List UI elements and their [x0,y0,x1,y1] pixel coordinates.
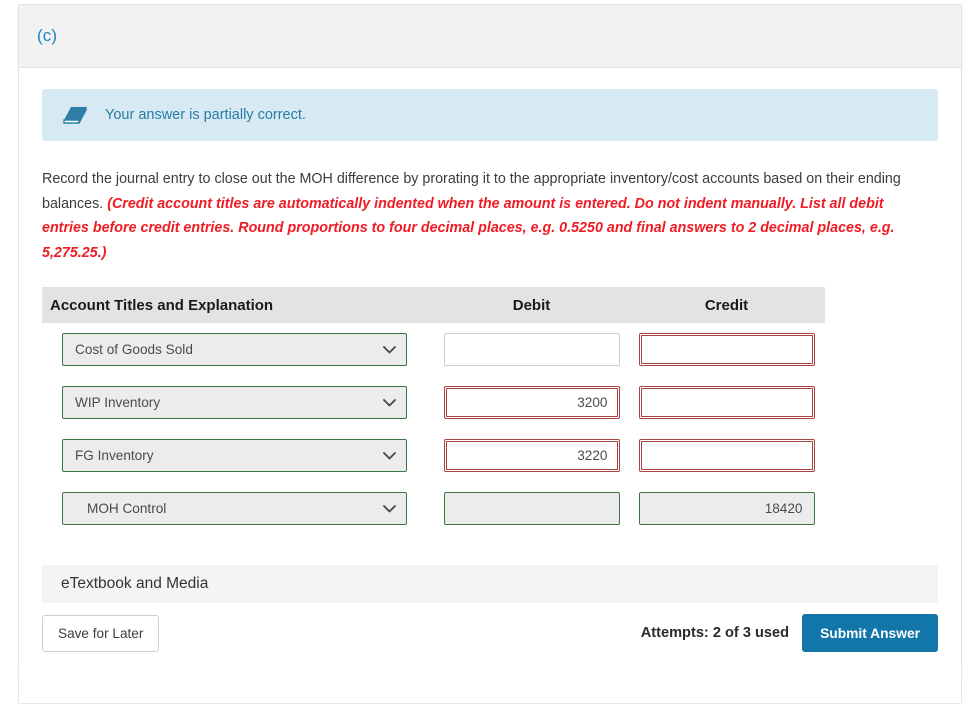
account-title-select: MOH Control [62,492,407,526]
debit-input [443,492,620,526]
table-header-row: Account Titles and Explanation Debit Cre… [42,287,825,324]
account-title-select[interactable]: Cost of Goods Sold [62,333,407,367]
cell-account: FG Inventory [42,439,435,473]
cell-credit [628,386,825,420]
part-label: (c) [37,26,58,45]
status-banner: Your answer is partially correct. [42,89,938,141]
credit-input[interactable] [638,439,815,473]
table-row: Cost of Goods Sold [42,323,825,376]
table-body: Cost of Goods Sold WIP Inventory 3200 FG In… [42,323,825,535]
submit-answer-button[interactable]: Submit Answer [802,614,938,653]
column-header-credit: Credit [704,296,749,314]
column-header-debit: Debit [512,296,551,314]
cell-debit [435,333,628,367]
instructions-hint: (Credit account titles are automatically… [42,195,895,261]
cell-credit [628,439,825,473]
card-body: Your answer is partially correct. Record… [19,68,961,678]
lower-panel [18,659,962,704]
credit-input[interactable] [638,386,815,420]
debit-input[interactable]: 3220 [443,439,620,473]
eraser-icon [62,104,88,126]
credit-input: 18420 [638,492,815,526]
assignment-page: (c) Your answer is partially correct. Re… [0,0,970,708]
status-banner-message: Your answer is partially correct. [105,107,306,123]
chevron-down-icon [383,345,396,354]
etextbook-and-media-bar[interactable]: eTextbook and Media [42,565,938,604]
card-header: (c) [19,5,961,68]
cell-account: MOH Control [42,492,435,526]
journal-entry-table: Account Titles and Explanation Debit Cre… [42,287,825,535]
cell-credit [628,333,825,367]
table-row: WIP Inventory 3200 [42,376,825,429]
credit-input[interactable] [638,333,815,367]
chevron-down-icon [383,451,396,460]
cell-account: WIP Inventory [42,386,435,420]
account-title-select[interactable]: WIP Inventory [62,386,407,420]
debit-input[interactable] [443,333,620,367]
etextbook-label: eTextbook and Media [61,575,209,593]
chevron-down-icon [383,398,396,407]
chevron-down-icon [383,504,396,513]
cell-debit [435,492,628,526]
column-header-account: Account Titles and Explanation [50,296,274,314]
cell-debit: 3200 [435,386,628,420]
cell-debit: 3220 [435,439,628,473]
save-for-later-button[interactable]: Save for Later [42,614,160,652]
attempts-counter: Attempts: 2 of 3 used [640,625,790,642]
question-card: (c) Your answer is partially correct. Re… [18,4,962,680]
cell-credit: 18420 [628,492,825,526]
table-row: MOH Control 18420 [42,482,825,535]
action-footer: Save for Later Attempts: 2 of 3 used Sub… [42,614,938,653]
account-title-select[interactable]: FG Inventory [62,439,407,473]
table-row: FG Inventory 3220 [42,429,825,482]
cell-account: Cost of Goods Sold [42,333,435,367]
debit-input[interactable]: 3200 [443,386,620,420]
footer-right-group: Attempts: 2 of 3 used Submit Answer [640,614,938,653]
instructions: Record the journal entry to close out th… [42,167,938,265]
